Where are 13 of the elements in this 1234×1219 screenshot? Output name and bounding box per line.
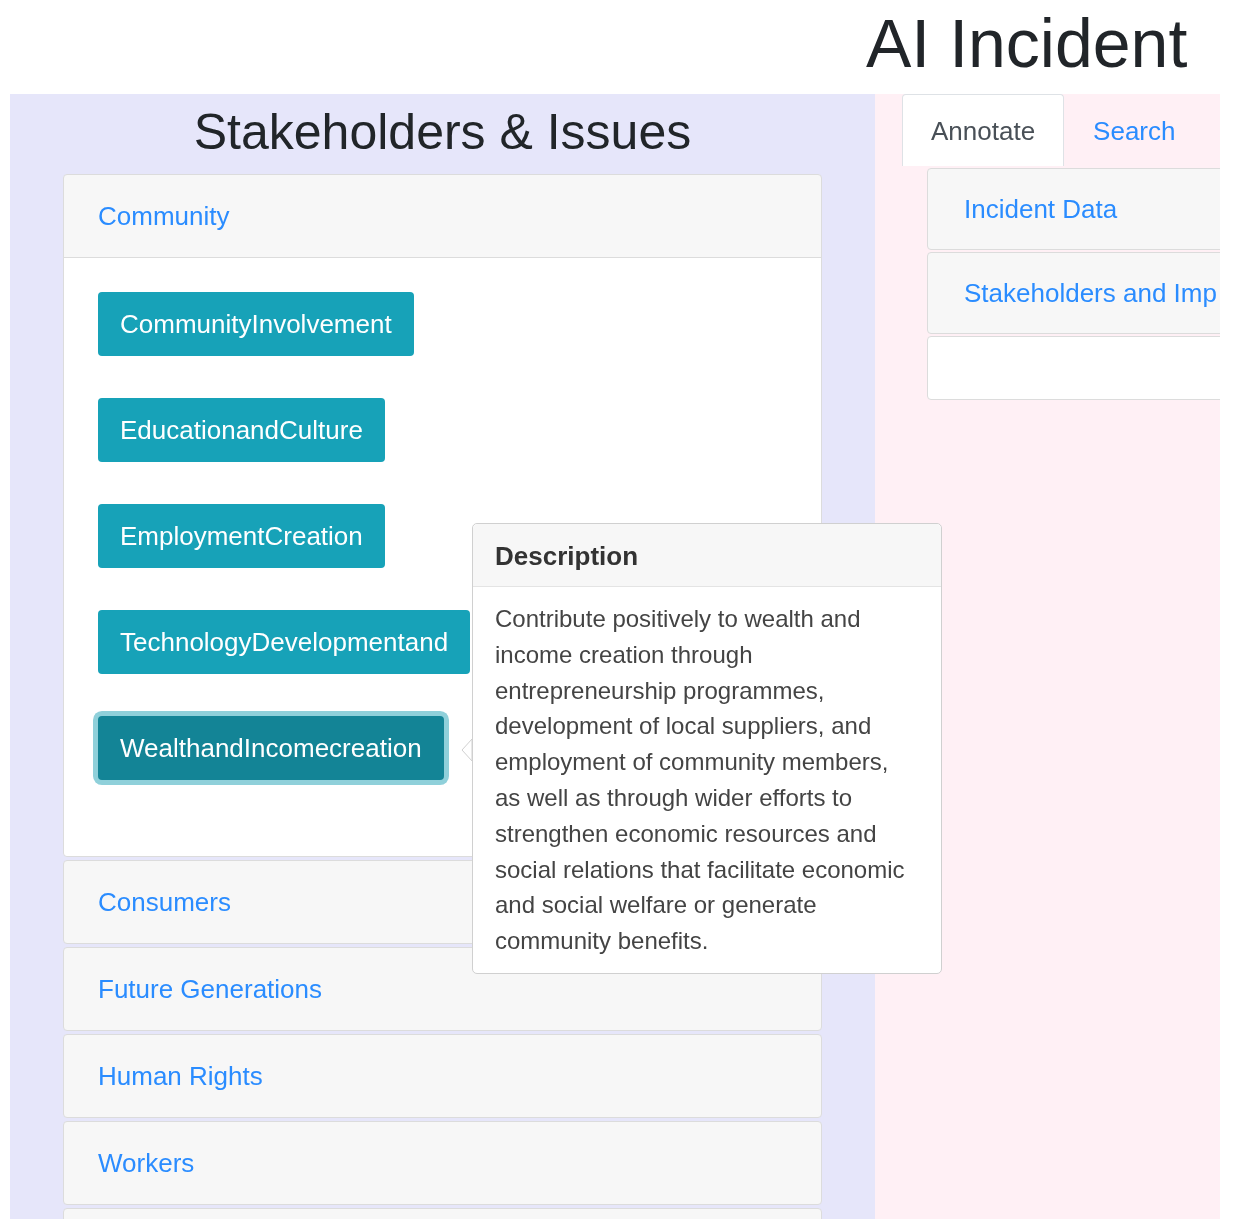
panel-heading: Stakeholders & Issues bbox=[192, 103, 693, 162]
section-link[interactable]: Stakeholders and Imp bbox=[928, 253, 1220, 333]
issue-button[interactable]: TechnologyDevelopmentand bbox=[98, 610, 471, 674]
page-title: AI Incident bbox=[865, 4, 1189, 83]
section-link[interactable]: Incident Data bbox=[928, 169, 1220, 249]
issue-button[interactable]: EmploymentCreation bbox=[98, 504, 385, 568]
tab[interactable]: Search bbox=[1064, 94, 1205, 166]
tab[interactable]: Annotate bbox=[902, 94, 1065, 166]
accordion-header[interactable]: Workers bbox=[64, 1122, 821, 1204]
issue-button[interactable]: CommunityInvolvement bbox=[98, 292, 414, 356]
accordion-header[interactable]: Human Rights bbox=[64, 1035, 821, 1117]
issue-button[interactable]: EducationandCulture bbox=[98, 398, 385, 462]
popover-title: Description bbox=[473, 524, 941, 587]
